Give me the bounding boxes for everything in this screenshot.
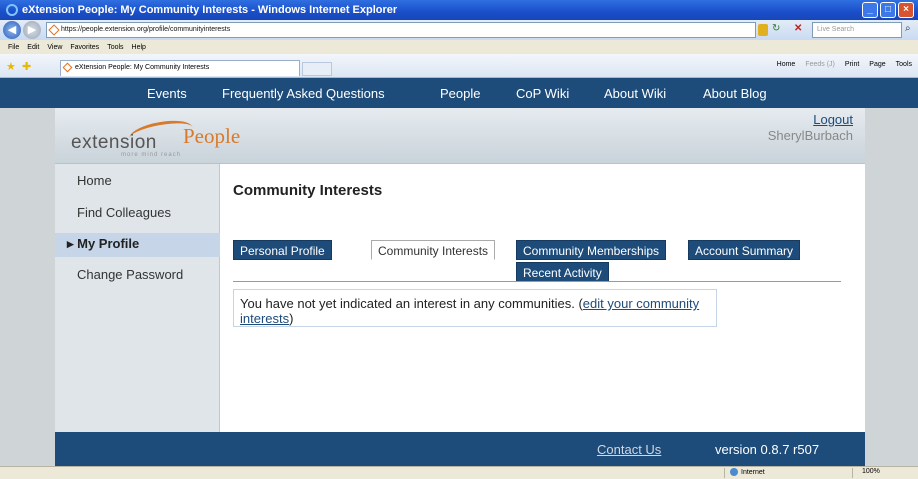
menu-tools[interactable]: Tools xyxy=(107,44,123,51)
menu-bar: File Edit View Favorites Tools Help xyxy=(0,40,918,54)
page-menu-button[interactable]: Page xyxy=(869,61,885,68)
sidebar-item-change-password[interactable]: Change Password xyxy=(55,264,220,288)
browser-tab[interactable]: eXtension People: My Community Interests xyxy=(60,60,300,76)
tab-account-summary[interactable]: Account Summary xyxy=(688,240,801,260)
security-zone[interactable]: Internet xyxy=(730,468,765,476)
status-separator xyxy=(724,468,725,478)
search-input[interactable]: Live Search xyxy=(812,22,902,38)
nav-faq[interactable]: Frequently Asked Questions xyxy=(222,86,385,101)
menu-edit[interactable]: Edit xyxy=(27,44,39,51)
globe-icon xyxy=(730,468,738,476)
favorites-star-icon[interactable]: ★ xyxy=(6,60,16,73)
tab-community-interests[interactable]: Community Interests xyxy=(371,240,496,260)
tab-divider xyxy=(233,281,841,282)
page-title: Community Interests xyxy=(233,182,383,199)
home-button[interactable]: Home xyxy=(777,61,796,68)
forward-button[interactable]: ▶ xyxy=(23,21,41,39)
community-interests-notice: You have not yet indicated an interest i… xyxy=(233,289,717,327)
menu-file[interactable]: File xyxy=(8,44,19,51)
window-title: eXtension People: My Community Interests… xyxy=(22,4,398,16)
zone-label: Internet xyxy=(741,468,765,476)
extension-people-logo[interactable]: extension more mind reach People xyxy=(71,116,240,158)
new-tab-button[interactable] xyxy=(302,62,332,76)
address-bar: ◀ ▶ https://people.extension.org/profile… xyxy=(0,20,918,40)
ie-icon xyxy=(6,4,18,16)
nav-events[interactable]: Events xyxy=(147,86,187,101)
username: SherylBurbach xyxy=(767,128,853,143)
stop-icon[interactable]: ✕ xyxy=(794,23,802,34)
notice-end: ) xyxy=(289,311,294,326)
refresh-icon[interactable]: ↻ xyxy=(772,23,780,34)
feeds-button[interactable]: Feeds (J) xyxy=(805,61,835,68)
notice-text: You have not yet indicated an interest i… xyxy=(240,296,583,311)
logo-text: extension xyxy=(71,132,157,153)
logout-link[interactable]: Logout xyxy=(813,112,853,127)
tab-community-memberships[interactable]: Community Memberships xyxy=(516,240,667,260)
status-bar: Internet 100% xyxy=(0,466,918,479)
close-button[interactable]: × xyxy=(898,2,914,18)
minimize-button[interactable]: _ xyxy=(862,2,878,18)
search-icon[interactable]: ⌕ xyxy=(905,23,911,34)
contact-us-link[interactable]: Contact Us xyxy=(597,442,661,457)
zoom-level[interactable]: 100% xyxy=(862,468,880,475)
lock-icon[interactable] xyxy=(758,24,768,36)
tab-favicon-icon xyxy=(62,62,73,73)
title-bar: eXtension People: My Community Interests… xyxy=(0,0,918,20)
tab-personal-profile[interactable]: Personal Profile xyxy=(233,240,332,260)
add-favorites-icon[interactable]: ✚ xyxy=(22,60,31,73)
nav-about-wiki[interactable]: About Wiki xyxy=(604,86,666,101)
tools-menu-button[interactable]: Tools xyxy=(896,61,912,68)
site-header: extension more mind reach People Logout … xyxy=(55,108,865,164)
version-label: version 0.8.7 r507 xyxy=(715,442,820,457)
url-input[interactable]: https://people.extension.org/profile/com… xyxy=(46,22,756,38)
tab-recent-activity[interactable]: Recent Activity xyxy=(516,262,609,282)
print-button[interactable]: Print xyxy=(845,61,859,68)
page-area: Events Frequently Asked Questions People… xyxy=(0,78,918,466)
url-text: https://people.extension.org/profile/com… xyxy=(61,26,231,33)
sidebar-item-home[interactable]: Home xyxy=(55,170,220,194)
logo-tagline: more mind reach xyxy=(121,152,182,158)
nav-cop-wiki[interactable]: CoP Wiki xyxy=(516,86,569,101)
top-nav: Events Frequently Asked Questions People… xyxy=(0,78,918,108)
site-footer: Contact Us version 0.8.7 r507 xyxy=(55,432,865,466)
command-bar: Home Feeds (J) Print Page Tools xyxy=(777,61,912,68)
status-separator xyxy=(852,468,853,478)
window-controls: _ □ × xyxy=(862,2,914,18)
main-content: Community Interests Personal Profile Com… xyxy=(233,164,853,432)
site-favicon-icon xyxy=(48,24,60,36)
tab-label: eXtension People: My Community Interests xyxy=(75,64,210,71)
sidebar-item-my-profile[interactable]: ▸ My Profile xyxy=(55,233,220,257)
maximize-button[interactable]: □ xyxy=(880,2,896,18)
nav-about-blog[interactable]: About Blog xyxy=(703,86,767,101)
nav-people[interactable]: People xyxy=(440,86,480,101)
menu-view[interactable]: View xyxy=(47,44,62,51)
logo-people: People xyxy=(183,124,241,148)
sidebar: Home Find Colleagues ▸ My Profile Change… xyxy=(55,164,220,432)
back-button[interactable]: ◀ xyxy=(3,21,21,39)
tab-bar: ★ ✚ eXtension People: My Community Inter… xyxy=(0,54,918,78)
menu-favorites[interactable]: Favorites xyxy=(70,44,99,51)
site-container: extension more mind reach People Logout … xyxy=(55,108,865,466)
sidebar-item-find-colleagues[interactable]: Find Colleagues xyxy=(55,202,220,226)
menu-help[interactable]: Help xyxy=(132,44,146,51)
